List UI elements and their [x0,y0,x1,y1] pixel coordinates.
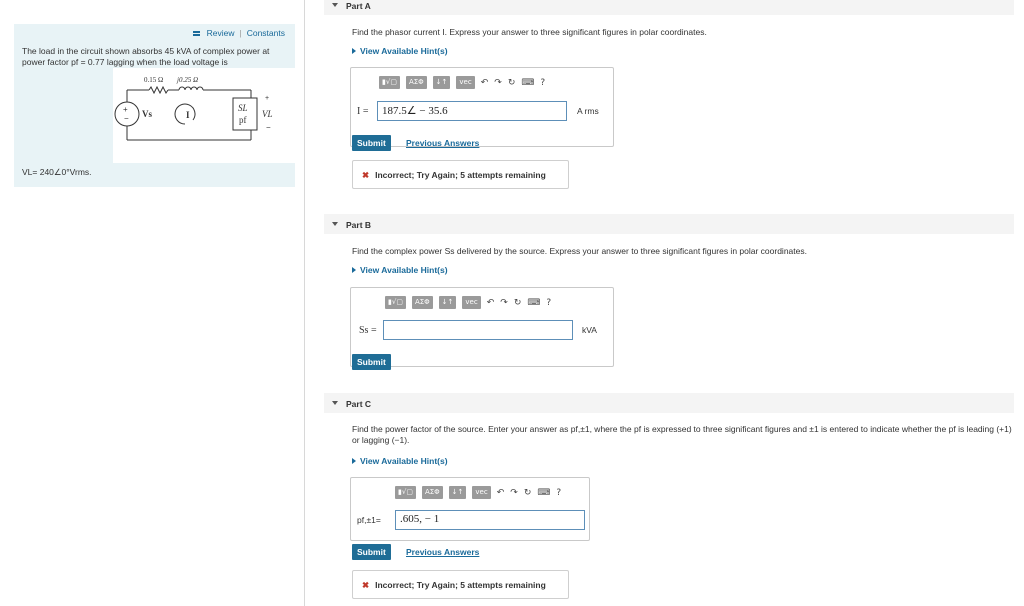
problem-panel: Review | Constants The load in the circu… [14,24,295,187]
caret-down-icon [332,3,338,7]
caret-down-icon [332,222,338,226]
vec-button[interactable]: vec [456,76,475,89]
caret-right-icon [352,458,356,464]
templates-button[interactable]: ▮√▢ [395,486,416,499]
link-separator: | [239,28,242,38]
part-a-submit-button[interactable]: Submit [352,135,391,151]
part-b-header[interactable]: Part B [324,214,1014,234]
part-a-feedback: ✖ Incorrect; Try Again; 5 attempts remai… [352,160,569,189]
redo-icon[interactable]: ↷ [500,298,508,308]
incorrect-x-icon: ✖ [362,170,370,180]
part-b-math-toolbar: ▮√▢ AΣΦ ↓↑ vec ↶ ↷ ↻ ⌨ ? [385,296,551,309]
circuit-reactance-label: j0.25 Ω [176,76,198,84]
symbols-button[interactable]: AΣΦ [405,76,427,89]
part-a-question: Find the phasor current I. Express your … [352,27,707,37]
part-c-hint-link[interactable]: View Available Hint(s) [352,456,448,466]
keyboard-icon[interactable]: ⌨ [521,78,534,88]
part-a-header[interactable]: Part A [324,0,1014,15]
circuit-diagram: 0.15 Ω j0.25 Ω + − Vs I SL pf + VL − [113,68,295,163]
reset-icon[interactable]: ↻ [508,78,516,88]
part-a-math-toolbar: ▮√▢ AΣΦ ↓↑ vec ↶ ↷ ↻ ⌨ ? [379,76,545,89]
part-b-hint-label: View Available Hint(s) [360,265,448,275]
circuit-source-plus: + [123,105,128,114]
undo-icon[interactable]: ↶ [487,298,495,308]
part-c-answer-box: ▮√▢ AΣΦ ↓↑ vec ↶ ↷ ↻ ⌨ ? pf,±1= .605, − … [350,477,590,541]
part-b-field-label: Ss = [359,325,377,336]
templates-button[interactable]: ▮√▢ [385,296,406,309]
part-a-feedback-text: Incorrect; Try Again; 5 attempts remaini… [375,170,546,180]
redo-icon[interactable]: ↷ [510,488,518,498]
part-c-previous-answers-link[interactable]: Previous Answers [406,547,479,557]
load-voltage-text: VL= 240∠0°Vrms. [22,167,92,177]
part-a-field-label: I = [357,106,369,117]
part-b-question: Find the complex power Ss delivered by t… [352,246,807,256]
vec-button[interactable]: vec [472,486,491,499]
part-a-previous-answers-link[interactable]: Previous Answers [406,138,479,148]
part-b-title: Part B [346,220,372,230]
part-c-question: Find the power factor of the source. Ent… [352,424,1012,445]
undo-icon[interactable]: ↶ [481,78,489,88]
vec-button[interactable]: vec [462,296,481,309]
part-c-feedback: ✖ Incorrect; Try Again; 5 attempts remai… [352,570,569,599]
part-c-feedback-text: Incorrect; Try Again; 5 attempts remaini… [375,580,546,590]
part-c-math-toolbar: ▮√▢ AΣΦ ↓↑ vec ↶ ↷ ↻ ⌨ ? [395,486,561,499]
part-a-unit: A rms [577,106,599,116]
circuit-load-minus: − [266,123,271,132]
templates-button[interactable]: ▮√▢ [379,76,400,89]
keyboard-icon[interactable]: ⌨ [527,298,540,308]
arrows-button[interactable]: ↓↑ [432,76,451,89]
circuit-vl-label: VL [262,109,273,119]
problem-text: The load in the circuit shown absorbs 45… [22,46,270,67]
part-c-answer-input[interactable]: .605, − 1 [395,510,585,530]
part-a-answer-input[interactable]: 187.5∠ − 35.6 [377,101,567,121]
part-c-field-label: pf,±1= [357,515,381,525]
reset-icon[interactable]: ↻ [514,298,522,308]
help-icon[interactable]: ? [540,78,545,88]
circuit-load-plus: + [265,95,269,102]
reset-icon[interactable]: ↻ [524,488,532,498]
symbols-button[interactable]: AΣΦ [411,296,433,309]
review-link[interactable]: Review [207,28,235,38]
arrows-button[interactable]: ↓↑ [438,296,457,309]
panel-divider [304,0,305,606]
redo-icon[interactable]: ↷ [494,78,502,88]
caret-right-icon [352,48,356,54]
undo-icon[interactable]: ↶ [497,488,505,498]
review-constants-links: Review | Constants [192,28,285,38]
circuit-vs-label: Vs [142,109,152,119]
part-b-hint-link[interactable]: View Available Hint(s) [352,265,448,275]
circuit-resistor-label: 0.15 Ω [144,76,163,84]
part-a-hint-label: View Available Hint(s) [360,46,448,56]
part-c-submit-button[interactable]: Submit [352,544,391,560]
part-c-title: Part C [346,399,372,409]
caret-down-icon [332,401,338,405]
arrows-button[interactable]: ↓↑ [448,486,467,499]
part-b-submit-button[interactable]: Submit [352,354,391,370]
symbols-button[interactable]: AΣΦ [421,486,443,499]
part-c-header[interactable]: Part C [324,393,1014,413]
caret-right-icon [352,267,356,273]
part-a-hint-link[interactable]: View Available Hint(s) [352,46,448,56]
constants-link[interactable]: Constants [247,28,285,38]
circuit-sl-label: SL [238,103,248,113]
circuit-pf-label: pf [239,115,247,125]
circuit-current-label: I [186,110,190,120]
review-icon [192,30,200,36]
part-c-hint-label: View Available Hint(s) [360,456,448,466]
circuit-source-minus: − [124,114,129,123]
help-icon[interactable]: ? [546,298,551,308]
part-b-unit: kVA [582,325,597,335]
part-a-title: Part A [346,1,371,11]
incorrect-x-icon: ✖ [362,580,370,590]
keyboard-icon[interactable]: ⌨ [537,488,550,498]
help-icon[interactable]: ? [556,488,561,498]
part-b-answer-input[interactable] [383,320,573,340]
